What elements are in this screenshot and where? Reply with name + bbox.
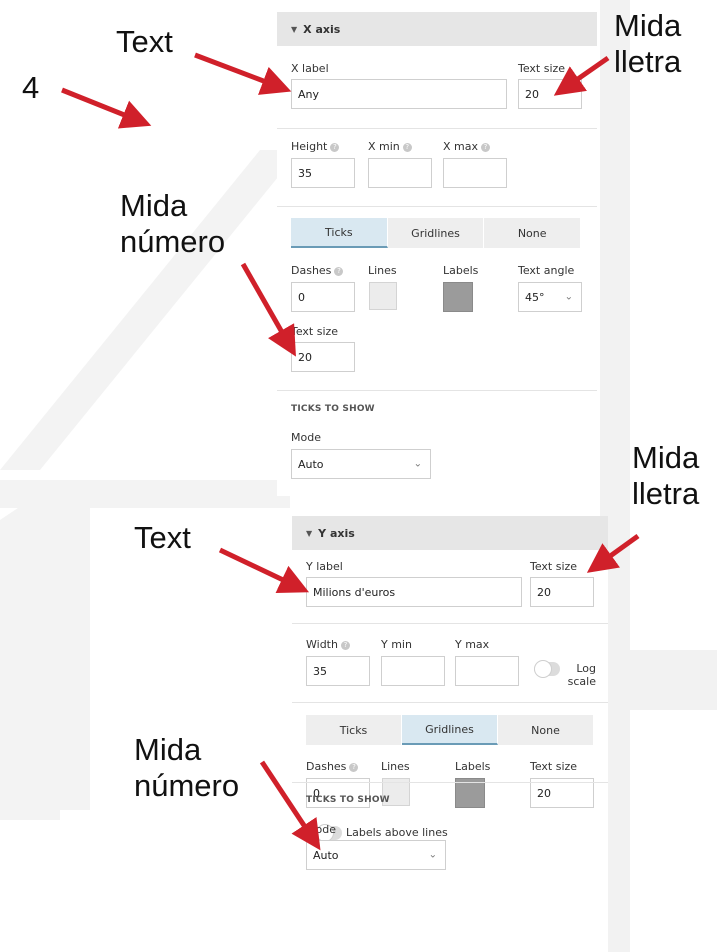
arrow-to-y-label <box>218 547 310 593</box>
arrow-to-x-label <box>194 52 292 95</box>
arrow-to-y-text-size <box>586 533 640 573</box>
annotation-arrows <box>61 52 640 851</box>
arrow-from-number <box>61 87 152 129</box>
arrow-to-x-text-size <box>553 55 610 96</box>
arrow-to-x-tick-text-size <box>240 262 296 357</box>
arrow-to-y-dashes <box>259 760 321 851</box>
